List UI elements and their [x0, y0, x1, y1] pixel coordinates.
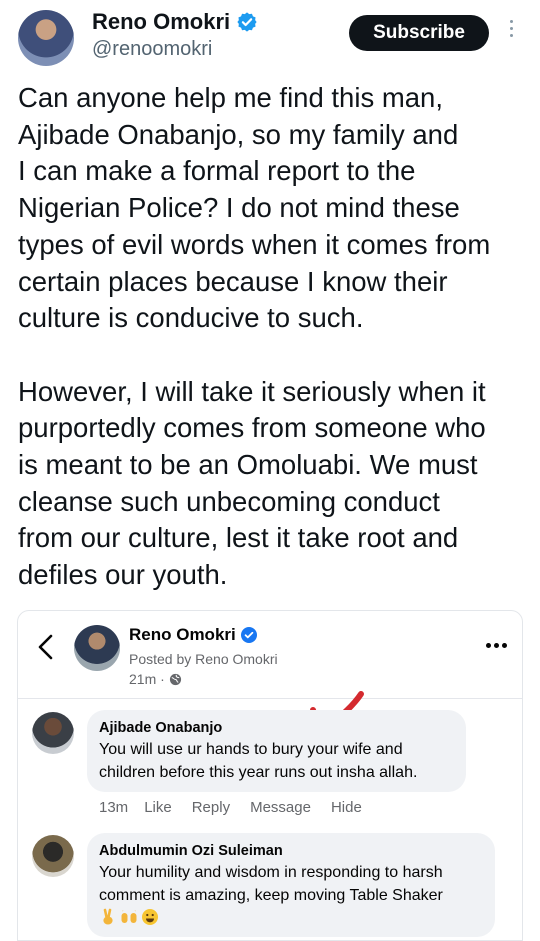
- tweet-text: Can anyone help me find this man, Ajibad…: [18, 82, 491, 591]
- grinning-face-icon: [142, 909, 158, 925]
- comment-actions: 13m Like Reply Message Hide: [99, 799, 362, 816]
- raising-hands-icon: [121, 909, 137, 923]
- back-arrow-icon: [38, 634, 53, 660]
- message-action: Message: [250, 799, 311, 816]
- emoji-row: [99, 908, 483, 926]
- embedded-post-image[interactable]: Reno Omokri Posted by Reno Omokri 21m · …: [17, 610, 523, 941]
- divider: [18, 698, 522, 699]
- fb-verified-badge-icon: [240, 627, 257, 643]
- commenter-avatar: [32, 835, 74, 877]
- fb-author-name: Reno Omokri: [129, 625, 236, 644]
- comment-bubble: Abdulmumin Ozi Suleiman Your humility an…: [87, 833, 495, 937]
- fb-author-name-row: Reno Omokri: [129, 625, 257, 645]
- comment-author: Ajibade Onabanjo: [99, 720, 223, 736]
- comment-bubble: Ajibade Onabanjo You will use ur hands t…: [87, 710, 466, 792]
- author-handle[interactable]: @renoomokri: [92, 38, 212, 61]
- comment-time: 13m: [99, 799, 129, 816]
- globe-icon: [169, 673, 181, 685]
- author-avatar[interactable]: [18, 10, 74, 66]
- fb-posted-by: Posted by Reno Omokri: [129, 651, 278, 667]
- comment-text: Your humility and wisdom in responding t…: [99, 864, 443, 904]
- comment-text: You will use ur hands to bury your wife …: [99, 741, 418, 781]
- author-name[interactable]: Reno Omokri: [92, 9, 230, 35]
- hide-action: Hide: [330, 799, 362, 816]
- victory-hand-icon: [103, 908, 113, 925]
- fb-more-icon: [486, 643, 507, 648]
- more-options-icon[interactable]: [505, 20, 517, 44]
- reply-action: Reply: [191, 799, 231, 816]
- author-name-row[interactable]: Reno Omokri: [92, 9, 258, 35]
- fb-post-time-row: 21m ·: [129, 671, 182, 687]
- fb-post-time: 21m ·: [129, 671, 165, 687]
- subscribe-button[interactable]: Subscribe: [349, 15, 489, 51]
- verified-badge-icon: [237, 12, 257, 32]
- comment-author: Abdulmumin Ozi Suleiman: [99, 843, 283, 859]
- fb-author-avatar: [74, 625, 120, 671]
- like-action: Like: [144, 799, 172, 816]
- commenter-avatar: [32, 712, 74, 754]
